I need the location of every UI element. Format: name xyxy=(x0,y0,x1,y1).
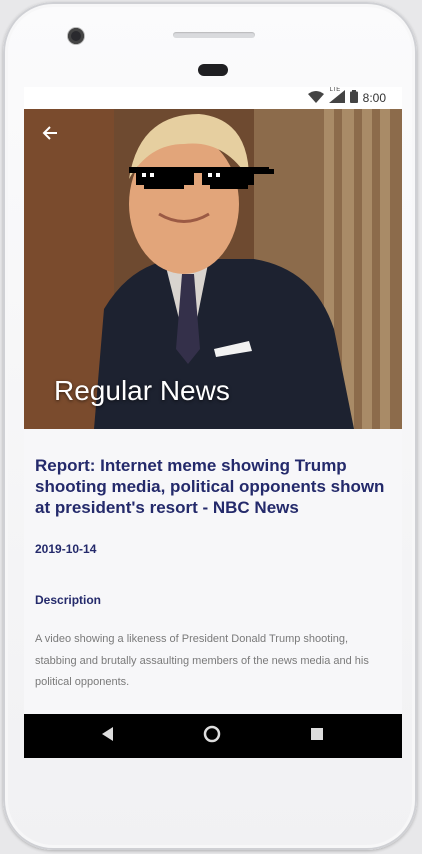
back-button[interactable] xyxy=(36,121,64,149)
recents-square-icon xyxy=(311,727,323,745)
status-time: 8:00 xyxy=(362,91,386,105)
article-date: 2019-10-14 xyxy=(35,542,97,556)
proximity-sensor xyxy=(198,64,228,76)
status-icons: LTE 8:00 xyxy=(307,87,386,106)
system-nav-bar xyxy=(24,714,402,758)
arrow-left-icon xyxy=(41,124,59,147)
hero-title: Regular News xyxy=(54,375,230,406)
description-label: Description xyxy=(35,593,102,607)
phone-frame: LTE 8:00 Regular News Report: Internet m… xyxy=(3,2,417,850)
hero-image: Regular News xyxy=(24,109,402,429)
nav-back-button[interactable] xyxy=(98,726,118,746)
network-type-label: LTE xyxy=(329,87,341,93)
home-circle-icon xyxy=(203,725,221,748)
signal-icon: LTE xyxy=(328,87,345,106)
battery-icon xyxy=(349,90,358,106)
nav-home-button[interactable] xyxy=(202,725,222,748)
nav-recents-button[interactable] xyxy=(307,726,327,746)
article-headline: Report: Internet meme showing Trump shoo… xyxy=(35,456,385,517)
earpiece-speaker xyxy=(173,32,255,38)
status-bar: LTE 8:00 xyxy=(24,87,402,109)
front-camera xyxy=(68,28,84,44)
back-triangle-icon xyxy=(102,726,114,746)
description-text: A video showing a likeness of President … xyxy=(35,633,369,688)
wifi-icon xyxy=(307,90,324,106)
app-screen: LTE 8:00 Regular News Report: Internet m… xyxy=(24,87,402,758)
